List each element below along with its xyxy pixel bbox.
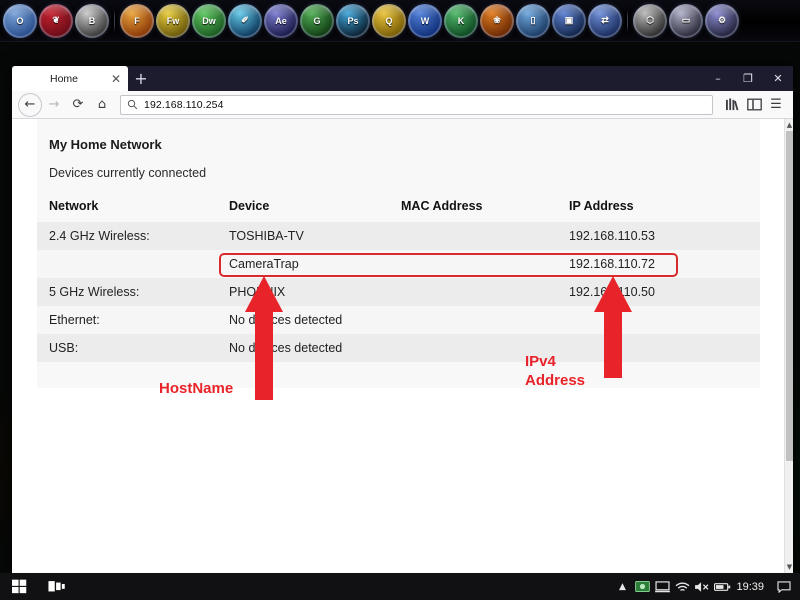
ms-office-icon[interactable]: O [3,4,37,38]
cell-network: Ethernet: [37,306,217,334]
notes-icon[interactable]: ▭ [669,4,703,38]
table-row: Ethernet:No devices detected [37,306,760,334]
fireworks-icon[interactable]: Fw [156,4,190,38]
connected-devices-table: Network Device MAC Address IP Address 2.… [37,196,760,362]
column-header-device: Device [217,196,389,222]
browser-navigation-bar: ← → ⟳ ⌂ 192.168.110.254 [12,91,793,119]
close-tab-icon[interactable]: ✕ [108,71,124,87]
column-header-ip: IP Address [557,196,760,222]
cell-network: USB: [37,334,217,362]
settings-icon[interactable]: ⚙ [705,4,739,38]
browser-tab-strip: Home ✕ + – ❐ ✕ [12,66,793,91]
tab-home[interactable]: Home ✕ [12,66,128,91]
photoshop-icon[interactable]: Ps [336,4,370,38]
cell-mac [389,222,557,250]
page-subtitle: Devices currently connected [49,166,760,180]
table-header: Network Device MAC Address IP Address [37,196,760,222]
forward-icon[interactable]: → [42,93,66,117]
package-icon[interactable]: ⬡ [633,4,667,38]
blender-icon[interactable]: B [75,4,109,38]
cell-ip [557,306,760,334]
table-row: 2.4 GHz Wireless:TOSHIBA-TV 192.168.110.5… [37,222,760,250]
cell-ip: 192.168.110.50 [557,278,760,306]
feather-icon[interactable]: ✐ [228,4,262,38]
word-icon[interactable]: W [408,4,442,38]
page-scrollbar[interactable]: ▲ ▼ [784,119,793,573]
after-effects-icon[interactable]: Ae [264,4,298,38]
cell-device: CameraTrap [217,250,389,278]
close-window-icon[interactable]: ✕ [763,66,793,91]
cell-device: No devices detected [217,334,389,362]
router-status-page: My Home Network Devices currently connec… [37,119,760,388]
hamburger-menu-icon[interactable]: ☰ [765,94,787,116]
notifications-icon[interactable] [772,573,796,600]
window-controls: – ❐ ✕ [703,66,793,91]
address-bar-text: 192.168.110.254 [144,99,224,111]
start-button-icon[interactable] [0,573,38,600]
mobile-device-icon[interactable]: ▯ [516,4,550,38]
wifi-icon[interactable] [672,573,692,600]
desktop-screen: O❦BFFwDw✐AeGPsQWK❀▯▣⇄ ⬡▭⚙ Home ✕ + – ❐ ✕ … [0,0,800,600]
cell-mac [389,278,557,306]
windows-taskbar: ▲ [0,573,800,600]
column-header-mac: MAC Address [389,196,557,222]
home-icon[interactable]: ⌂ [90,93,114,117]
volume-muted-icon[interactable] [692,573,712,600]
cell-ip: 192.168.110.53 [557,222,760,250]
page-title: My Home Network [49,137,760,152]
reload-icon[interactable]: ⟳ [66,93,90,117]
dock-separator [627,10,628,32]
new-tab-button[interactable]: + [128,66,154,91]
back-icon[interactable]: ← [18,93,42,117]
sidebar-icon[interactable] [743,94,765,116]
dock-separator [114,10,115,32]
cell-network [37,250,217,278]
system-tray: ▲ [612,573,800,600]
minimize-icon[interactable]: – [703,66,733,91]
dock-icon-list: O❦BFFwDw✐AeGPsQWK❀▯▣⇄ ⬡▭⚙ [2,4,740,38]
search-icon [127,99,138,110]
tab-title: Home [12,73,108,85]
gimp-icon[interactable]: G [300,4,334,38]
table-row: 5 GHz Wireless:PHOENIX 192.168.110.50 [37,278,760,306]
library-icon[interactable] [721,94,743,116]
hidden-icons-icon[interactable]: ▲ [612,573,632,600]
scrollbar-thumb[interactable] [786,131,793,461]
cell-device: PHOENIX [217,278,389,306]
quicktime-icon[interactable]: Q [372,4,406,38]
page-viewport: My Home Network Devices currently connec… [12,119,793,573]
maximize-icon[interactable]: ❐ [733,66,763,91]
table-header-row: Network Device MAC Address IP Address [37,196,760,222]
cell-network: 2.4 GHz Wireless: [37,222,217,250]
table-row: CameraTrap 192.168.110.72 [37,250,760,278]
table-row: USB:No devices detected [37,334,760,362]
column-header-network: Network [37,196,217,222]
display-icon[interactable]: ▣ [552,4,586,38]
battery-icon[interactable] [712,573,732,600]
scroll-up-icon[interactable]: ▲ [785,119,793,131]
taskbar-clock[interactable]: 19:39 [732,581,772,593]
monarch-icon[interactable]: ❀ [480,4,514,38]
cell-ip [557,334,760,362]
kspread-icon[interactable]: K [444,4,478,38]
money-tray-icon[interactable] [632,573,652,600]
dreamweaver-icon[interactable]: Dw [192,4,226,38]
cell-ip: 192.168.110.72 [557,250,760,278]
raspberry-pi-icon[interactable]: ❦ [39,4,73,38]
address-bar[interactable]: 192.168.110.254 [120,95,713,115]
network-icon[interactable]: ⇄ [588,4,622,38]
task-view-icon[interactable] [38,573,76,600]
cell-mac [389,306,557,334]
cell-device: No devices detected [217,306,389,334]
firefox-icon[interactable]: F [120,4,154,38]
application-dock: O❦BFFwDw✐AeGPsQWK❀▯▣⇄ ⬡▭⚙ [0,0,800,42]
cell-network: 5 GHz Wireless: [37,278,217,306]
cell-device: TOSHIBA-TV [217,222,389,250]
display-tray-icon[interactable] [652,573,672,600]
firefox-browser-window: Home ✕ + – ❐ ✕ ← → ⟳ ⌂ [12,66,793,573]
table-body: 2.4 GHz Wireless:TOSHIBA-TV 192.168.110.5… [37,222,760,362]
cell-mac [389,250,557,278]
scroll-down-icon[interactable]: ▼ [785,561,793,573]
cell-mac [389,334,557,362]
